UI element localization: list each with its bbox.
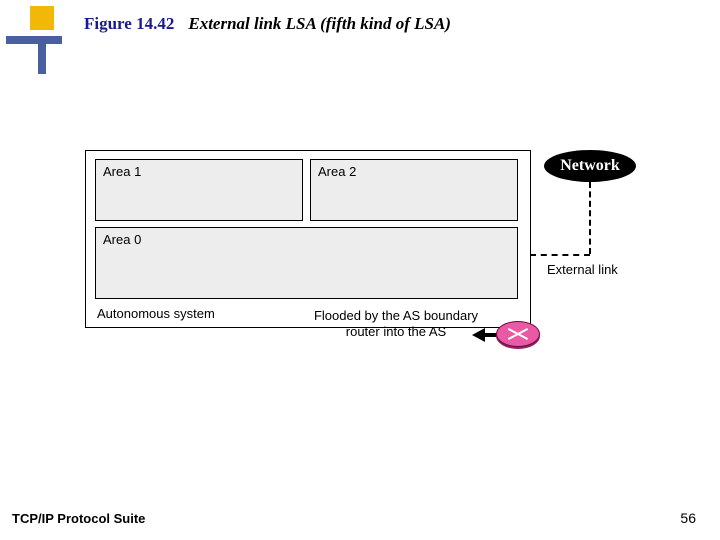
page-number: 56 — [680, 510, 696, 526]
figure-number: Figure 14.42 — [84, 14, 174, 34]
external-link-label: External link — [547, 262, 618, 277]
slide-logo — [6, 6, 62, 76]
area-2-box: Area 2 — [310, 159, 518, 221]
external-link-vertical — [589, 182, 591, 254]
network-label: Network — [560, 157, 620, 175]
footer-suite: TCP/IP Protocol Suite — [12, 511, 145, 526]
area-1-box: Area 1 — [95, 159, 303, 221]
flood-caption: Flooded by the AS boundary router into t… — [306, 308, 486, 341]
area-2-label: Area 2 — [318, 164, 356, 179]
figure-title: Figure 14.42 External link LSA (fifth ki… — [84, 14, 451, 34]
slide: Figure 14.42 External link LSA (fifth ki… — [0, 0, 720, 540]
logo-block-a — [30, 6, 54, 30]
figure-caption: External link LSA (fifth kind of LSA) — [188, 14, 451, 34]
area-0-label: Area 0 — [103, 232, 141, 247]
network-cloud: Network — [544, 150, 636, 182]
logo-block-b — [6, 36, 62, 44]
autonomous-system-label: Autonomous system — [97, 306, 215, 321]
area-1-label: Area 1 — [103, 164, 141, 179]
arrow-head-icon — [472, 328, 485, 342]
as-diagram: Area 1 Area 2 Area 0 Flooded by the AS b… — [85, 150, 531, 328]
area-0-box: Area 0 Flooded by the AS boundary router… — [95, 227, 518, 299]
boundary-router-icon — [496, 321, 540, 347]
logo-block-c — [38, 36, 46, 74]
external-link-horizontal — [530, 254, 590, 256]
